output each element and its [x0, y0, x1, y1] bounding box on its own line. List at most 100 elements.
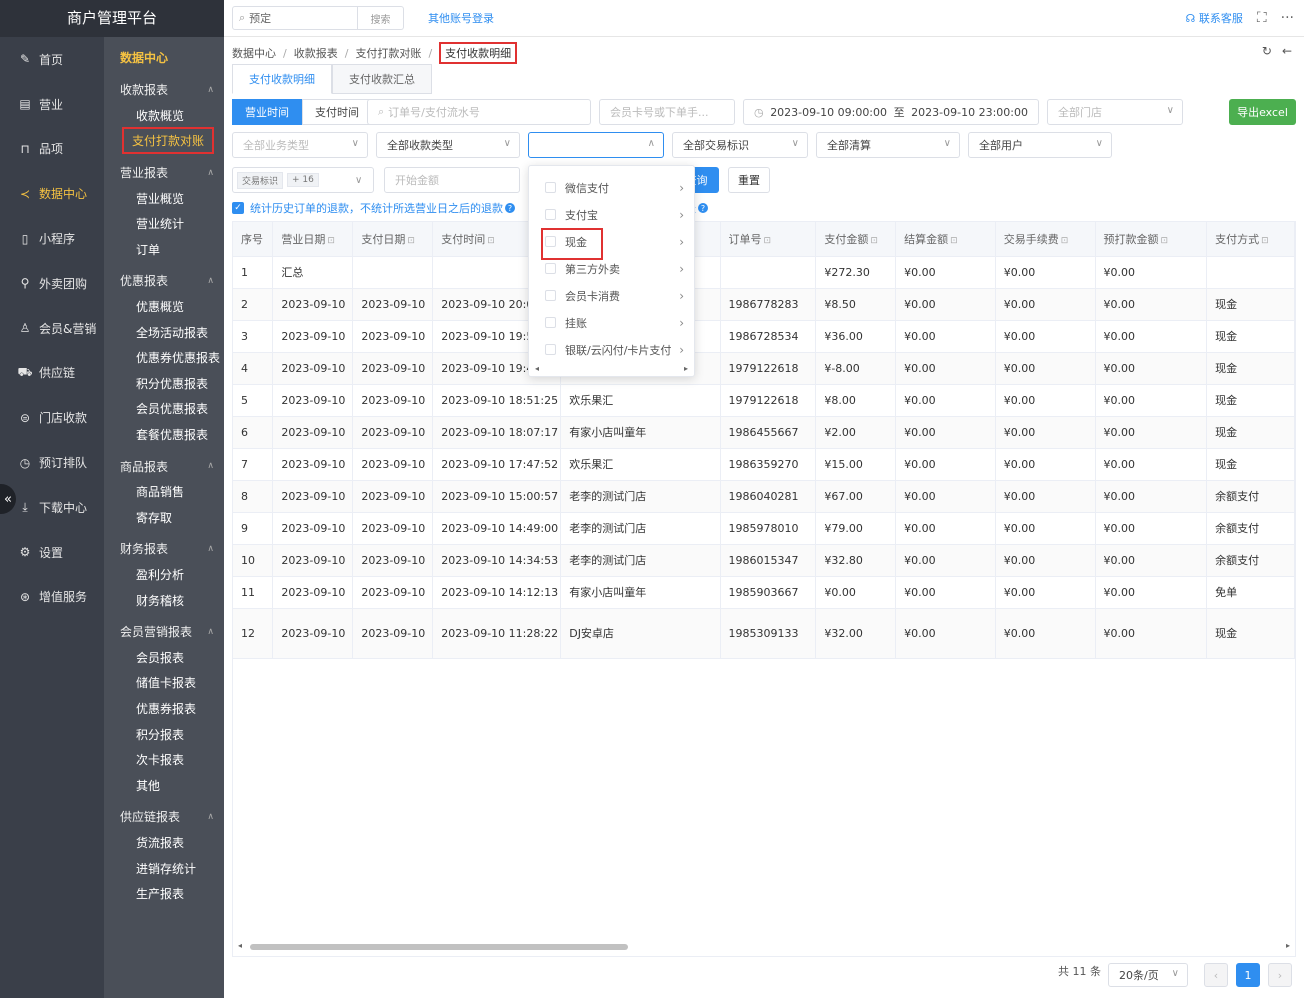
amount-start-input[interactable]: 开始金额	[384, 167, 520, 193]
member-input[interactable]: 会员卡号或下单手...	[599, 99, 735, 125]
column-header[interactable]: 序号	[233, 222, 274, 257]
dropdown-option[interactable]: 现金 ›	[529, 228, 694, 260]
dropdown-option[interactable]: 会员卡消费 ›	[529, 282, 694, 309]
page-size-select[interactable]: 20条/页 ∨	[1108, 963, 1188, 987]
contact-service-link[interactable]: ☊ 联系客服	[1186, 10, 1243, 26]
search-input[interactable]: ⌕ 预定	[232, 6, 358, 30]
nav-subitem[interactable]: 会员优惠报表	[104, 396, 224, 422]
table-row[interactable]: 7 2023-09-10 2023-09-10 2023-09-10 17:47:52…	[233, 448, 1295, 481]
nav-item[interactable]: ✎ 首页	[0, 37, 104, 82]
biz-type-select[interactable]: 全部业务类型 ∨	[232, 132, 368, 158]
lock-icon[interactable]: ⊡	[870, 236, 878, 246]
nav-subitem[interactable]: 货流报表	[104, 830, 224, 856]
nav-subitem[interactable]: 财务稽核	[104, 587, 224, 613]
nav-subitem[interactable]: 优惠券优惠报表	[104, 345, 224, 371]
breadcrumb-item[interactable]: 支付打款对账	[355, 45, 421, 61]
nav-subitem[interactable]: 收款概览	[104, 103, 224, 129]
nav-item[interactable]: ▯ 小程序	[0, 216, 104, 261]
nav-item[interactable]: ◷ 预订排队	[0, 440, 104, 485]
nav-item[interactable]: ⊓ 品项	[0, 127, 104, 172]
lock-icon[interactable]: ⊡	[764, 236, 772, 246]
nav-item[interactable]: ♙ 会员&营销	[0, 306, 104, 351]
nav-group[interactable]: 收款报表 ∧	[104, 77, 224, 103]
table-row[interactable]: 6 2023-09-10 2023-09-10 2023-09-10 18:07:17…	[233, 416, 1295, 449]
nav-group[interactable]: 优惠报表 ∧	[104, 268, 224, 294]
trade-flag-select[interactable]: 全部交易标识 ∨	[672, 132, 808, 158]
breadcrumb-item[interactable]: 数据中心	[232, 45, 276, 61]
lock-icon[interactable]: ⊡	[950, 236, 958, 246]
nav-group[interactable]: 供应链报表 ∧	[104, 804, 224, 830]
nav-group[interactable]: 商品报表 ∧	[104, 453, 224, 479]
nav-subitem[interactable]: 进销存统计	[104, 855, 224, 881]
pay-type-select[interactable]: 全部收款类型 ∨	[376, 132, 520, 158]
nav-subitem[interactable]: 盈利分析	[104, 562, 224, 588]
lock-icon[interactable]: ⊡	[327, 236, 335, 246]
checkbox[interactable]	[545, 263, 556, 274]
business-time-option[interactable]: 营业时间	[232, 99, 302, 125]
scroll-left-icon[interactable]: ◂	[535, 364, 539, 374]
nav-item[interactable]: ⛟ 供应链	[0, 351, 104, 396]
nav-subitem[interactable]: 积分优惠报表	[104, 371, 224, 397]
table-row[interactable]: 8 2023-09-10 2023-09-10 2023-09-10 15:00:57…	[233, 480, 1295, 513]
table-row[interactable]: 3 2023-09-10 2023-09-10 2023-09-10 19:59 198…	[233, 320, 1295, 353]
nav-group[interactable]: 会员营销报表 ∧	[104, 619, 224, 645]
nav-subitem[interactable]: 生产报表	[104, 881, 224, 907]
reset-button[interactable]: 重置	[728, 167, 770, 193]
order-no-input[interactable]: ⌕ 订单号/支付流水号	[367, 99, 591, 125]
table-row[interactable]: 9 2023-09-10 2023-09-10 2023-09-10 14:49:00…	[233, 512, 1295, 545]
nav-item[interactable]: ⊜ 门店收款	[0, 395, 104, 440]
nav-group[interactable]: 财务报表 ∧	[104, 536, 224, 562]
lock-icon[interactable]: ⊡	[487, 236, 495, 246]
help-icon[interactable]: ?	[505, 203, 515, 213]
lock-icon[interactable]: ⊡	[407, 236, 415, 246]
column-header[interactable]: 支付金额 ⊡	[815, 222, 897, 257]
tab-summary[interactable]: 支付收款汇总	[332, 64, 432, 94]
checkbox[interactable]	[545, 290, 556, 301]
nav-subitem[interactable]: 套餐优惠报表	[104, 422, 224, 448]
search-button[interactable]: 搜索	[358, 6, 404, 30]
more-icon[interactable]: ···	[1281, 10, 1294, 26]
payment-method-cascader[interactable]: ∧	[528, 132, 664, 158]
checkbox[interactable]	[545, 182, 556, 193]
column-header[interactable]: 支付方式 ⊡	[1206, 222, 1295, 257]
dropdown-option[interactable]: 微信支付 ›	[529, 174, 694, 201]
table-row[interactable]: 1 汇总 ¥272.30 ¥0.00 ¥0.00 ¥0.00	[233, 256, 1295, 289]
nav-subitem[interactable]: 积分报表	[104, 721, 224, 747]
horizontal-scrollbar[interactable]: ◂ ▸	[238, 941, 1290, 951]
export-excel-button[interactable]: 导出excel	[1229, 99, 1296, 125]
checkbox[interactable]	[545, 209, 556, 220]
nav-subitem[interactable]: 全场活动报表	[104, 319, 224, 345]
lock-icon[interactable]: ⊡	[1161, 236, 1169, 246]
table-row[interactable]: 2 2023-09-10 2023-09-10 2023-09-10 20:00 198…	[233, 288, 1295, 321]
tab-detail[interactable]: 支付收款明细	[232, 64, 332, 94]
dropdown-option[interactable]: 挂账 ›	[529, 309, 694, 336]
nav-item[interactable]: ⊛ 增值服务	[0, 575, 104, 620]
column-header[interactable]: 交易手续费 ⊡	[995, 222, 1096, 257]
column-header[interactable]: 结算金额 ⊡	[895, 222, 996, 257]
page-number-button[interactable]: 1	[1236, 963, 1260, 987]
checkbox-checked-icon[interactable]: ✓	[232, 202, 244, 214]
nav-subitem[interactable]: 订单	[104, 237, 224, 263]
lock-icon[interactable]: ⊡	[1261, 236, 1269, 246]
nav-subitem[interactable]: 其他	[104, 772, 224, 798]
table-row[interactable]: 4 2023-09-10 2023-09-10 2023-09-10 19:42 197…	[233, 352, 1295, 385]
dropdown-option[interactable]: 支付宝 ›	[529, 201, 694, 228]
nav-item[interactable]: ▤ 营业	[0, 82, 104, 127]
table-row[interactable]: 10 2023-09-10 2023-09-10 2023-09-10 14:34:5…	[233, 544, 1295, 577]
column-header[interactable]: 营业日期 ⊡	[272, 222, 354, 257]
nav-subitem[interactable]: 支付打款对账	[104, 127, 224, 155]
other-account-login-link[interactable]: 其他账号登录	[428, 10, 494, 26]
nav-subitem[interactable]: 会员报表	[104, 644, 224, 670]
next-page-button[interactable]: ›	[1268, 963, 1292, 987]
nav-subitem[interactable]: 寄存取	[104, 505, 224, 531]
checkbox[interactable]	[545, 317, 556, 328]
fullscreen-icon[interactable]: ⛶	[1257, 10, 1267, 26]
nav-item[interactable]: ⤓ 下载中心	[0, 485, 104, 530]
back-icon[interactable]: ←	[1282, 44, 1292, 58]
dropdown-option[interactable]: 银联/云闪付/卡片支付 ›	[529, 336, 694, 363]
pay-time-option[interactable]: 支付时间	[302, 99, 372, 125]
column-header[interactable]: 预打款金额 ⊡	[1095, 222, 1208, 257]
refresh-icon[interactable]: ↻	[1262, 44, 1272, 58]
dropdown-option[interactable]: 第三方外卖 ›	[529, 255, 694, 282]
breadcrumb-item[interactable]: 收款报表	[294, 45, 338, 61]
